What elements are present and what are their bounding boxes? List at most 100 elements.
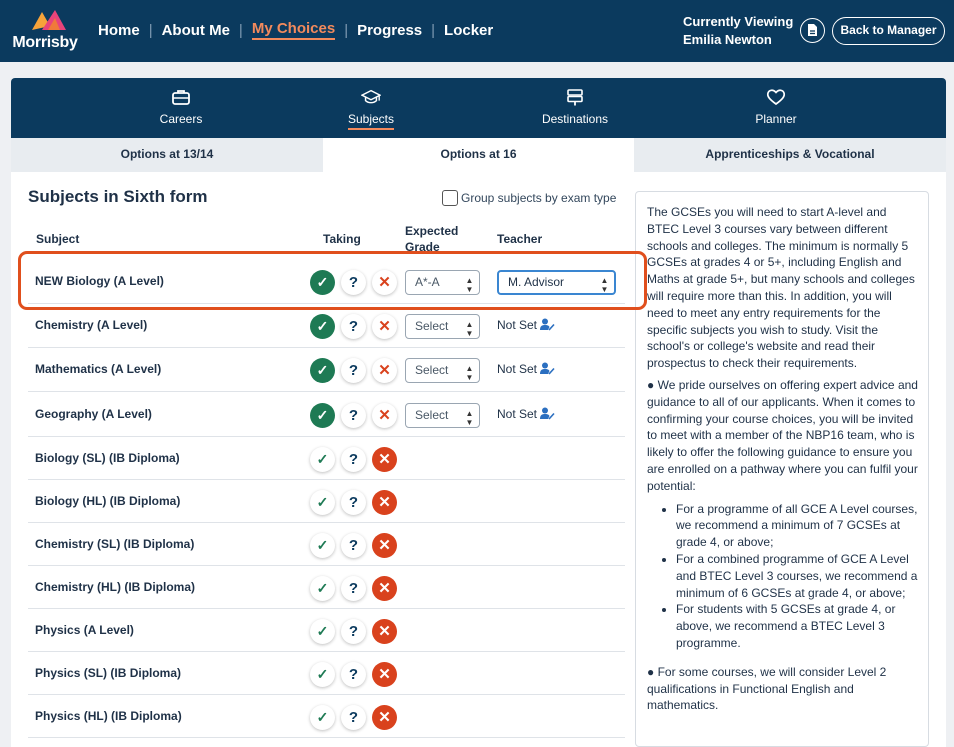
taking-no-button[interactable]: ✕ bbox=[372, 490, 397, 515]
taking-maybe-button[interactable]: ? bbox=[341, 358, 366, 383]
taking-yes-button[interactable]: ✓ bbox=[310, 447, 335, 472]
nav-progress[interactable]: Progress bbox=[357, 22, 422, 39]
nav-separator: | bbox=[148, 21, 153, 39]
select-arrows-icon: ▲▼ bbox=[465, 364, 474, 382]
options-subtabs: Options at 13/14 Options at 16 Apprentic… bbox=[11, 138, 946, 172]
info-bullet-list: For a programme of all GCE A Level cours… bbox=[663, 501, 918, 652]
subject-name: Chemistry (HL) (IB Diploma) bbox=[35, 580, 196, 594]
group-by-exam-type-label: Group subjects by exam type bbox=[461, 191, 617, 205]
nav-locker[interactable]: Locker bbox=[444, 22, 493, 39]
taking-maybe-button[interactable]: ? bbox=[341, 662, 366, 687]
info-panel: The GCSEs you will need to start A-level… bbox=[635, 191, 929, 747]
taking-no-button[interactable]: ✕ bbox=[372, 403, 397, 428]
heart-icon bbox=[766, 89, 786, 106]
taking-yes-button[interactable]: ✓ bbox=[310, 576, 335, 601]
taking-no-button[interactable]: ✕ bbox=[372, 619, 397, 644]
expected-grade-value: Select bbox=[415, 319, 449, 333]
group-by-exam-type-checkbox[interactable] bbox=[442, 190, 458, 206]
select-arrows-icon: ▲▼ bbox=[465, 320, 474, 338]
tab-planner[interactable]: Planner bbox=[716, 78, 836, 138]
taking-maybe-button[interactable]: ? bbox=[341, 533, 366, 558]
nav-home[interactable]: Home bbox=[98, 22, 140, 39]
info-bullet: For a programme of all GCE A Level cours… bbox=[676, 501, 918, 551]
subtab-apprenticeships[interactable]: Apprenticeships & Vocational bbox=[634, 138, 946, 172]
subject-name: Biology (SL) (IB Diploma) bbox=[35, 451, 180, 465]
top-navbar: Morrisby Home | About Me | My Choices | … bbox=[0, 0, 954, 62]
taking-maybe-button[interactable]: ? bbox=[341, 490, 366, 515]
taking-maybe-button[interactable]: ? bbox=[341, 447, 366, 472]
taking-yes-button[interactable]: ✓ bbox=[310, 403, 335, 428]
teacher-value: Not Set bbox=[497, 407, 538, 421]
taking-yes-button[interactable]: ✓ bbox=[310, 619, 335, 644]
info-bullet: For a combined programme of GCE A Level … bbox=[676, 551, 918, 601]
taking-no-button[interactable]: ✕ bbox=[372, 705, 397, 730]
back-to-manager-button[interactable]: Back to Manager bbox=[832, 17, 945, 45]
morrisby-logo[interactable]: Morrisby bbox=[10, 8, 80, 54]
subject-name: Geography (A Level) bbox=[35, 407, 152, 421]
subject-row: Geography (A Level) ✓? ✕ Select ▲▼ Not Set bbox=[28, 392, 625, 437]
tab-planner-label: Planner bbox=[755, 112, 797, 126]
taking-maybe-button[interactable]: ? bbox=[341, 403, 366, 428]
taking-yes-button[interactable]: ✓ bbox=[310, 314, 335, 339]
taking-no-button[interactable]: ✕ bbox=[372, 662, 397, 687]
tab-careers[interactable]: Careers bbox=[121, 78, 241, 138]
graduation-cap-icon bbox=[361, 89, 381, 104]
main-nav: Home | About Me | My Choices | Progress … bbox=[98, 20, 493, 40]
col-subject: Subject bbox=[36, 232, 80, 246]
subtab-options-13-14[interactable]: Options at 13/14 bbox=[11, 138, 323, 172]
subject-name: Physics (SL) (IB Diploma) bbox=[35, 666, 182, 680]
subtab-options-16[interactable]: Options at 16 bbox=[323, 138, 634, 172]
subject-row: Physics (SL) (IB Diploma) ✓? ✕ bbox=[28, 652, 625, 695]
taking-no-button[interactable]: ✕ bbox=[372, 576, 397, 601]
subject-name: Physics (A Level) bbox=[35, 623, 134, 637]
taking-yes-button[interactable]: ✓ bbox=[310, 490, 335, 515]
expected-grade-value: Select bbox=[415, 363, 449, 377]
teacher-not-set[interactable]: Not Set bbox=[497, 318, 555, 332]
taking-yes-button[interactable]: ✓ bbox=[310, 662, 335, 687]
subject-row: Chemistry (SL) (IB Diploma) ✓? ✕ bbox=[28, 523, 625, 566]
choices-icon-tabs: Careers Subjects Destinations Planner bbox=[11, 78, 946, 138]
main-card: Careers Subjects Destinations Planner Op… bbox=[11, 78, 946, 747]
student-name: Emilia Newton bbox=[683, 32, 772, 47]
taking-yes-button[interactable]: ✓ bbox=[310, 358, 335, 383]
subject-name: Mathematics (A Level) bbox=[35, 362, 162, 376]
taking-maybe-button[interactable]: ? bbox=[341, 314, 366, 339]
subject-row: Biology (HL) (IB Diploma) ✓? ✕ bbox=[28, 480, 625, 523]
teacher-not-set[interactable]: Not Set bbox=[497, 407, 555, 421]
tab-destinations-label: Destinations bbox=[541, 112, 609, 126]
select-arrows-icon: ▲▼ bbox=[465, 409, 474, 427]
subject-row: Biology (SL) (IB Diploma) ✓? ✕ bbox=[28, 437, 625, 480]
taking-yes-button[interactable]: ✓ bbox=[310, 705, 335, 730]
nav-separator: | bbox=[238, 21, 243, 39]
subject-row: Chemistry (A Level) ✓? ✕ Select ▲▼ Not Set bbox=[28, 304, 625, 348]
nav-separator: | bbox=[431, 21, 436, 39]
info-paragraph-3: ● For some courses, we will consider Lev… bbox=[647, 664, 887, 713]
teacher-not-set[interactable]: Not Set bbox=[497, 362, 555, 376]
taking-no-button[interactable]: ✕ bbox=[372, 314, 397, 339]
expected-grade-value: Select bbox=[415, 408, 449, 422]
document-button[interactable] bbox=[800, 18, 825, 43]
taking-maybe-button[interactable]: ? bbox=[341, 576, 366, 601]
document-icon bbox=[808, 24, 817, 36]
taking-no-button[interactable]: ✕ bbox=[372, 447, 397, 472]
subject-name: Chemistry (SL) (IB Diploma) bbox=[35, 537, 195, 551]
expected-grade-select[interactable]: Select ▲▼ bbox=[405, 314, 480, 339]
tab-careers-label: Careers bbox=[159, 112, 203, 126]
taking-yes-button[interactable]: ✓ bbox=[310, 533, 335, 558]
group-by-exam-type[interactable]: Group subjects by exam type bbox=[442, 190, 616, 206]
section-title: Subjects in Sixth form bbox=[28, 187, 208, 206]
tab-subjects[interactable]: Subjects bbox=[311, 78, 431, 138]
signpost-icon bbox=[567, 89, 583, 106]
nav-separator: | bbox=[344, 21, 349, 39]
tab-destinations[interactable]: Destinations bbox=[515, 78, 635, 138]
taking-no-button[interactable]: ✕ bbox=[372, 358, 397, 383]
nav-my-choices[interactable]: My Choices bbox=[251, 20, 336, 40]
assign-teacher-icon bbox=[540, 318, 555, 331]
assign-teacher-icon bbox=[540, 362, 555, 375]
expected-grade-select[interactable]: Select ▲▼ bbox=[405, 403, 480, 428]
nav-about-me[interactable]: About Me bbox=[162, 22, 230, 39]
taking-no-button[interactable]: ✕ bbox=[372, 533, 397, 558]
taking-maybe-button[interactable]: ? bbox=[341, 705, 366, 730]
expected-grade-select[interactable]: Select ▲▼ bbox=[405, 358, 480, 383]
taking-maybe-button[interactable]: ? bbox=[341, 619, 366, 644]
